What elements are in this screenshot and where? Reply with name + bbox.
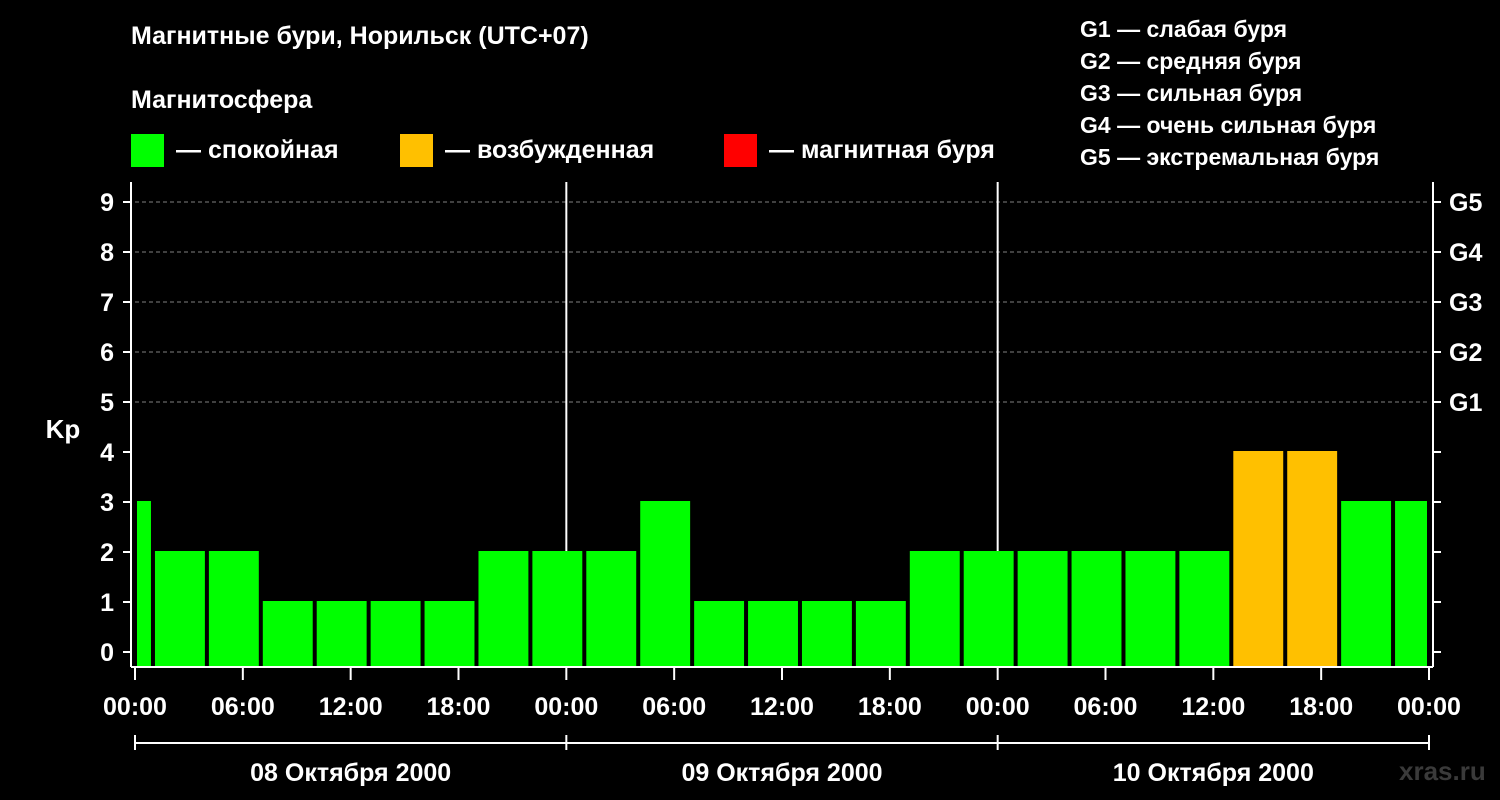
bar-12 <box>694 601 745 667</box>
bar-5 <box>316 601 367 667</box>
x-tick-label-0: 00:00 <box>103 693 167 721</box>
x-tick-label-3: 18:00 <box>427 693 491 721</box>
bar-7 <box>424 601 475 667</box>
right-label-g5: G5 <box>1449 189 1482 217</box>
bar-13 <box>748 601 798 667</box>
bar-25 <box>1395 501 1427 667</box>
right-label-g1: G1 <box>1449 389 1482 417</box>
y-axis-label: Kp <box>46 414 81 444</box>
x-tick-label-1: 06:00 <box>211 693 275 721</box>
y-tick-label-5: 5 <box>100 389 114 417</box>
x-tick-label-2: 12:00 <box>319 693 383 721</box>
right-label-g3: G3 <box>1449 289 1482 317</box>
y-tick-label-8: 8 <box>100 239 114 267</box>
bar-10 <box>586 551 637 667</box>
x-tick-label-7: 18:00 <box>858 693 922 721</box>
watermark: xras.ru <box>1399 756 1486 786</box>
kp-bar-chart: 0 1 2 3 4 5 6 7 8 9 G1 G2 G3 G4 G5 00:00 06:00 12:00 18:00… <box>46 182 1482 787</box>
bar-24 <box>1341 501 1392 667</box>
x-tick-label-12: 00:00 <box>1397 693 1461 721</box>
right-label-g2: G2 <box>1449 339 1482 367</box>
y-tick-label-4: 4 <box>100 439 114 467</box>
bar-21 <box>1179 551 1230 667</box>
y-tick-label-2: 2 <box>100 539 114 567</box>
bar-20 <box>1125 551 1176 667</box>
right-label-g4: G4 <box>1449 239 1482 267</box>
x-tick-label-11: 18:00 <box>1289 693 1353 721</box>
y-tick-label-3: 3 <box>100 489 114 517</box>
y-tick-label-9: 9 <box>100 189 114 217</box>
bar-17 <box>963 551 1014 667</box>
bar-9 <box>532 551 583 667</box>
bar-14 <box>801 601 852 667</box>
bar-11 <box>640 501 691 667</box>
bars-layer <box>137 451 1427 667</box>
bar-23 <box>1287 451 1338 667</box>
y-tick-label-6: 6 <box>100 339 114 367</box>
bar-22 <box>1233 451 1284 667</box>
bar-19 <box>1071 551 1122 667</box>
day-label-2: 09 Октября 2000 <box>681 759 882 787</box>
x-tick-label-9: 06:00 <box>1074 693 1138 721</box>
y-tick-label-0: 0 <box>100 639 114 667</box>
day-label-1: 08 Октября 2000 <box>250 759 451 787</box>
bar-18 <box>1017 551 1068 667</box>
bar-8 <box>478 551 529 667</box>
bar-15 <box>855 601 906 667</box>
bar-4 <box>262 601 313 667</box>
bar-6 <box>370 601 421 667</box>
day-label-3: 10 Октября 2000 <box>1113 759 1314 787</box>
x-tick-label-5: 06:00 <box>642 693 706 721</box>
x-tick-label-10: 12:00 <box>1181 693 1245 721</box>
bar-16 <box>909 551 960 667</box>
x-tick-label-8: 00:00 <box>966 693 1030 721</box>
y-tick-label-1: 1 <box>100 589 114 617</box>
x-tick-label-4: 00:00 <box>534 693 598 721</box>
bar-3 <box>208 551 259 667</box>
x-tick-label-6: 12:00 <box>750 693 814 721</box>
y-tick-label-7: 7 <box>100 289 114 317</box>
bar-2 <box>154 551 205 667</box>
bar-1 <box>137 501 151 667</box>
